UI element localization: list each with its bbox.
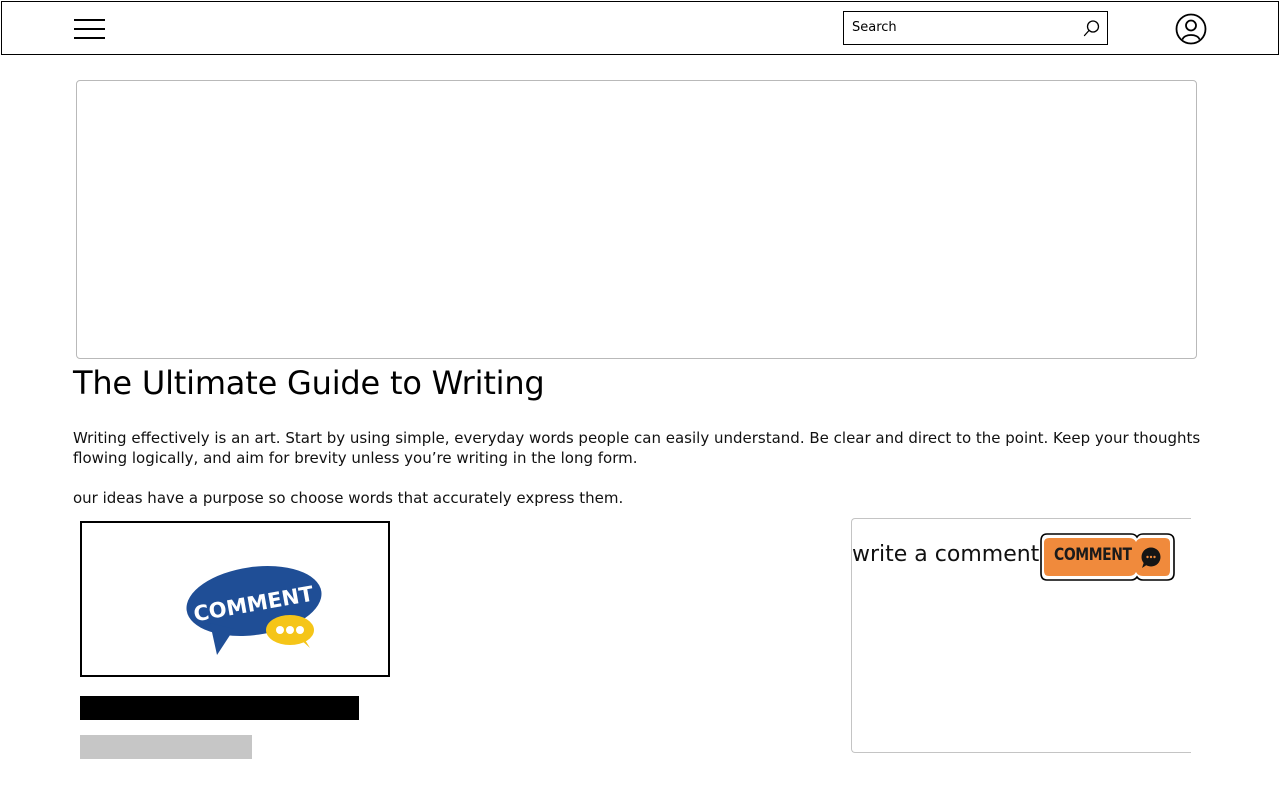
article-title: The Ultimate Guide to Writing — [73, 364, 545, 402]
grey-placeholder-bar — [80, 735, 252, 759]
black-placeholder-bar — [80, 696, 359, 720]
comment-bubble-logo: COMMENT — [186, 566, 322, 655]
user-avatar-icon[interactable] — [1175, 13, 1207, 45]
article-paragraph: our ideas have a purpose so choose words… — [73, 489, 624, 507]
hero-image-placeholder — [76, 80, 1197, 359]
search-icon[interactable] — [1083, 19, 1101, 37]
menu-line — [74, 19, 105, 21]
comment-prompt: write a comment — [852, 542, 1040, 567]
comment-image-card: COMMENT — [80, 521, 390, 677]
search-input[interactable] — [844, 12, 1076, 43]
top-navigation-bar — [1, 1, 1279, 55]
search-box — [843, 11, 1108, 45]
comment-button-label: COMMENT — [1054, 545, 1132, 565]
hamburger-menu-icon[interactable] — [74, 18, 106, 42]
article-paragraph: Writing effectively is an art. Start by … — [73, 429, 1201, 467]
menu-line — [74, 28, 105, 30]
menu-line — [74, 37, 105, 39]
comment-button[interactable]: COMMENT — [1040, 533, 1175, 581]
comment-panel: write a comment COMMENT — [851, 518, 1191, 753]
